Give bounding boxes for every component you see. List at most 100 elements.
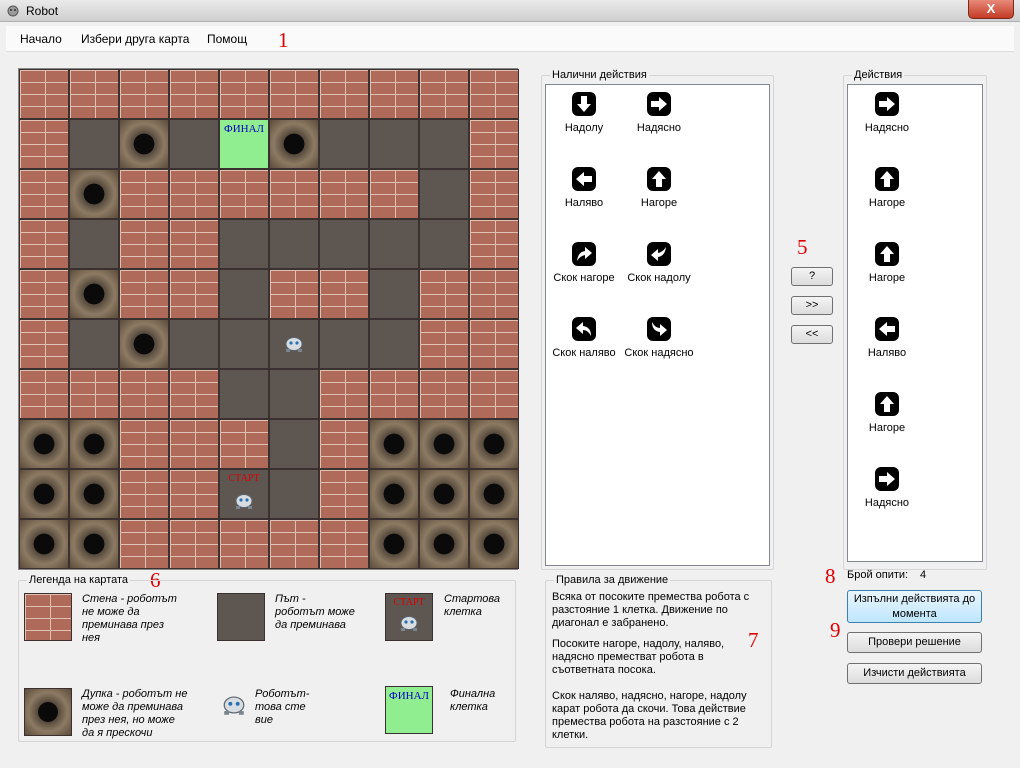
- wall-cell: [469, 319, 519, 369]
- execute-actions-button[interactable]: Изпълни действията до момента: [847, 590, 982, 623]
- legend-title: Легенда на картата: [27, 574, 131, 586]
- wall-cell: [169, 169, 219, 219]
- path-cell: [169, 119, 219, 169]
- wall-cell: [119, 419, 169, 469]
- selected-action-arrow-up[interactable]: Нагоре: [847, 164, 927, 209]
- close-button[interactable]: X: [968, 0, 1014, 19]
- wall-cell: [369, 369, 419, 419]
- hole-cell: [19, 519, 69, 569]
- arrow-down-icon: [572, 92, 596, 116]
- clear-actions-button[interactable]: Изчисти действията: [847, 663, 982, 684]
- action-label: Скок надолу: [627, 272, 691, 284]
- wall-cell: [269, 69, 319, 119]
- arrow-left-icon: [875, 317, 899, 341]
- wall-cell: [119, 169, 169, 219]
- selected-action-arrow-right[interactable]: Надясно: [847, 464, 927, 509]
- check-solution-button[interactable]: Провери решение: [847, 632, 982, 653]
- available-action-jump-right[interactable]: Скок надясно: [619, 314, 699, 359]
- legend-path-text: Път - роботът може да преминава: [275, 593, 355, 631]
- legend-finish-text: Финална клетка: [450, 688, 496, 713]
- menu-item-help[interactable]: Помощ: [207, 32, 247, 46]
- action-label: Надясно: [636, 122, 682, 134]
- path-cell: [319, 319, 369, 369]
- wall-cell: [119, 269, 169, 319]
- action-label: Наляво: [867, 347, 907, 359]
- selected-actions-title: Действия: [852, 69, 905, 81]
- wall-cell: [119, 519, 169, 569]
- action-label: Скок нагоре: [553, 272, 615, 284]
- window-title: Robot: [26, 4, 59, 18]
- wall-cell: [469, 169, 519, 219]
- legend-start-swatch: СТАРТ: [385, 593, 433, 641]
- robot-cell: [269, 319, 319, 369]
- path-cell: [419, 219, 469, 269]
- wall-cell: [419, 269, 469, 319]
- action-label: Скок надясно: [624, 347, 694, 359]
- hole-cell: [69, 419, 119, 469]
- remove-action-button[interactable]: <<: [791, 325, 833, 344]
- selected-action-arrow-up[interactable]: Нагоре: [847, 239, 927, 284]
- start-cell: СТАРТ: [219, 469, 269, 519]
- hole-cell: [419, 519, 469, 569]
- available-action-jump-left[interactable]: Скок наляво: [544, 314, 624, 359]
- hole-cell: [69, 169, 119, 219]
- arrow-up-icon: [875, 242, 899, 266]
- annotation-5: 5: [797, 235, 808, 259]
- attempts-value: 4: [920, 569, 927, 581]
- action-label: Нагоре: [868, 197, 906, 209]
- wall-cell: [19, 319, 69, 369]
- selected-action-arrow-left[interactable]: Наляво: [847, 314, 927, 359]
- available-action-arrow-up[interactable]: Нагоре: [619, 164, 699, 209]
- available-action-arrow-left[interactable]: Наляво: [544, 164, 624, 209]
- available-action-jump-up[interactable]: Скок нагоре: [544, 239, 624, 284]
- legend-finish-swatch: ФИНАЛ: [385, 686, 433, 734]
- selected-action-arrow-up[interactable]: Нагоре: [847, 389, 927, 434]
- wall-cell: [469, 269, 519, 319]
- wall-cell: [169, 469, 219, 519]
- available-actions-title: Налични действия: [550, 69, 649, 81]
- menu-item-home[interactable]: Начало: [20, 32, 62, 46]
- wall-cell: [269, 269, 319, 319]
- selected-action-arrow-right[interactable]: Надясно: [847, 89, 927, 134]
- hole-cell: [469, 519, 519, 569]
- help-button[interactable]: ?: [791, 267, 833, 286]
- wall-cell: [169, 219, 219, 269]
- menu-bar: Начало Избери друга карта Помощ: [6, 26, 1014, 52]
- hole-cell: [269, 119, 319, 169]
- hole-cell: [419, 419, 469, 469]
- path-cell: [219, 269, 269, 319]
- path-cell: [369, 219, 419, 269]
- action-label: Скок наляво: [552, 347, 616, 359]
- path-cell: [69, 319, 119, 369]
- wall-cell: [19, 69, 69, 119]
- wall-cell: [419, 69, 469, 119]
- wall-cell: [219, 69, 269, 119]
- annotation-8: 8: [825, 564, 836, 588]
- add-action-button[interactable]: >>: [791, 296, 833, 315]
- wall-cell: [369, 69, 419, 119]
- legend-wall-text: Стена - роботът не може да преминава пре…: [82, 593, 177, 644]
- available-action-arrow-down[interactable]: Надолу: [544, 89, 624, 134]
- hole-cell: [69, 269, 119, 319]
- arrow-left-icon: [572, 167, 596, 191]
- attempts-label: Брой опити:: [847, 569, 909, 581]
- wall-cell: [419, 369, 469, 419]
- path-cell: [219, 369, 269, 419]
- action-label: Наляво: [564, 197, 604, 209]
- legend-robot-text: Роботът- това сте вие: [255, 688, 310, 726]
- available-actions-list[interactable]: Надолу Надясно Наляво Нагоре Скок нагоре Скок…: [545, 84, 770, 566]
- available-action-arrow-right[interactable]: Надясно: [619, 89, 699, 134]
- hole-cell: [369, 469, 419, 519]
- annotation-1: 1: [278, 28, 289, 52]
- path-cell: [169, 319, 219, 369]
- rules-title: Правила за движение: [554, 574, 671, 586]
- wall-cell: [169, 419, 219, 469]
- robot-icon: [235, 494, 253, 509]
- path-cell: [69, 219, 119, 269]
- action-label: Нагоре: [868, 272, 906, 284]
- arrow-right-icon: [875, 467, 899, 491]
- wall-cell: [69, 69, 119, 119]
- menu-item-choose-map[interactable]: Избери друга карта: [81, 32, 189, 46]
- selected-actions-list[interactable]: Надясно Нагоре Нагоре Наляво Нагоре Надясно: [847, 84, 983, 562]
- available-action-jump-down[interactable]: Скок надолу: [619, 239, 699, 284]
